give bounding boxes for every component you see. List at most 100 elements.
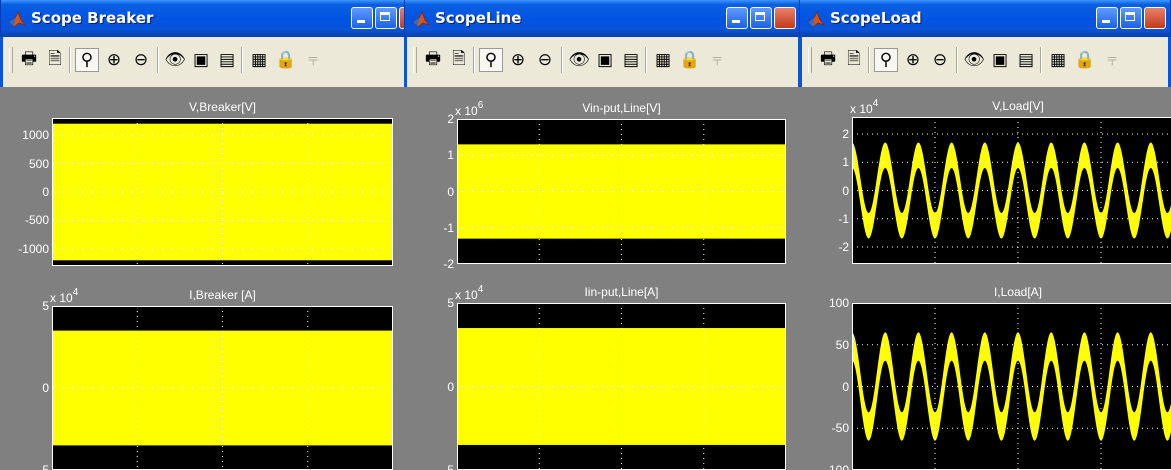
zoom-x-icon[interactable]: ⊕ [102, 48, 126, 72]
plot-axes[interactable] [457, 119, 786, 264]
print-icon[interactable]: 🖶 [421, 48, 445, 72]
y-tick-label: 0 [842, 183, 849, 198]
y-tick-label: -1 [443, 220, 454, 235]
toolbar-separator [69, 47, 71, 73]
autoscale-icon[interactable]: 👁 [163, 48, 187, 72]
axis-exponent: x 106 [455, 100, 483, 118]
matlab-logo-icon [8, 11, 26, 28]
exponent-base: x 10 [850, 102, 873, 116]
y-tick-label: -500 [24, 213, 49, 228]
minimize-button[interactable] [1096, 7, 1118, 29]
save-axes-settings-icon[interactable]: ▣ [988, 48, 1012, 72]
maximize-icon [1125, 12, 1135, 21]
scope-figure: V,Load[V] x 104 2 1 0 -1 -2 I,Load[A] 100 50 0 -50-… [799, 87, 1171, 470]
toolbar-separator [1040, 47, 1042, 73]
y-tick-label: 0 [447, 184, 454, 199]
zoom-y-icon[interactable]: ⊖ [928, 48, 952, 72]
toolbar-grip[interactable] [808, 47, 812, 73]
print-figure-icon[interactable]: 🗎 [43, 48, 67, 72]
print-icon[interactable]: 🖶 [816, 48, 840, 72]
toolbar-separator [645, 47, 647, 73]
restore-axes-settings-icon[interactable]: ▤ [1014, 48, 1038, 72]
plot-axes[interactable] [457, 303, 786, 470]
y-tick-label: -1 [838, 211, 849, 226]
lock-axes-icon[interactable]: 🔒 [678, 48, 702, 72]
signal-selection-icon[interactable]: ⫧ [1100, 48, 1124, 72]
plot-title: I,Load[A] [993, 285, 1043, 299]
minimize-button[interactable] [351, 7, 373, 29]
plot-axes[interactable] [52, 306, 393, 470]
save-axes-settings-icon[interactable]: ▣ [593, 48, 617, 72]
scope-toolbar: 🖶 🗎 ⚲ ⊕ ⊖ 👁 ▣ ▤ ▦ 🔒 ⫧ [799, 37, 1171, 87]
close-button[interactable] [774, 7, 796, 29]
toolbar-separator [157, 47, 159, 73]
y-tick-label: -1000 [18, 241, 49, 256]
print-figure-icon[interactable]: 🗎 [842, 48, 866, 72]
matlab-logo-icon [412, 11, 430, 28]
lock-axes-icon[interactable]: 🔒 [274, 48, 298, 72]
exponent-power: 4 [477, 284, 484, 295]
exponent-power: 4 [872, 98, 879, 109]
print-figure-icon[interactable]: 🗎 [447, 48, 471, 72]
minimize-icon [732, 20, 740, 23]
scope-window-breaker[interactable]: Scope Breaker 🖶 🗎 ⚲ ⊕ ⊖ 👁 ▣ ▤ ▦ 🔒 ⫧ V,Breaker[V] 1000… [0, 0, 408, 470]
zoom-icon[interactable]: ⚲ [874, 48, 898, 72]
toolbar-separator [561, 47, 563, 73]
exponent-power: 6 [477, 100, 484, 111]
y-tick-label: -5 [38, 463, 49, 470]
save-axes-settings-icon[interactable]: ▣ [189, 48, 213, 72]
plot-axes[interactable] [52, 118, 393, 266]
signal-selection-icon[interactable]: ⫧ [705, 48, 729, 72]
plot-axes[interactable] [852, 303, 1171, 470]
toolbar-grip[interactable] [413, 47, 417, 73]
y-tick-label: 1 [447, 148, 454, 163]
zoom-y-icon[interactable]: ⊖ [129, 48, 153, 72]
autoscale-icon[interactable]: 👁 [962, 48, 986, 72]
zoom-icon[interactable]: ⚲ [75, 48, 99, 72]
scope-parameters-icon[interactable]: ▦ [651, 48, 675, 72]
minimize-icon [1102, 20, 1110, 23]
toolbar-separator [868, 47, 870, 73]
autoscale-icon[interactable]: 👁 [567, 48, 591, 72]
restore-axes-settings-icon[interactable]: ▤ [619, 48, 643, 72]
title-bar[interactable]: Scope Breaker [0, 0, 408, 37]
zoom-x-icon[interactable]: ⊕ [506, 48, 530, 72]
toolbar-separator [956, 47, 958, 73]
zoom-icon[interactable]: ⚲ [479, 48, 503, 72]
scope-window-load[interactable]: ScopeLoad 🖶 🗎 ⚲ ⊕ ⊖ 👁 ▣ ▤ ▦ 🔒 ⫧ V,Load[V] x 104 2 1 0 -1-… [799, 0, 1171, 470]
maximize-button[interactable] [1120, 7, 1142, 29]
toolbar-separator [473, 47, 475, 73]
title-bar[interactable]: ScopeLoad [799, 0, 1171, 37]
scope-toolbar: 🖶 🗎 ⚲ ⊕ ⊖ 👁 ▣ ▤ ▦ 🔒 ⫧ [0, 37, 408, 87]
y-tick-label: 0 [447, 379, 454, 394]
restore-axes-settings-icon[interactable]: ▤ [215, 48, 239, 72]
axis-exponent: x 104 [50, 287, 78, 305]
zoom-x-icon[interactable]: ⊕ [901, 48, 925, 72]
scope-parameters-icon[interactable]: ▦ [1046, 48, 1070, 72]
close-button[interactable] [1144, 7, 1166, 29]
exponent-base: x 10 [455, 104, 478, 118]
y-tick-label: 0 [42, 185, 49, 199]
zoom-y-icon[interactable]: ⊖ [533, 48, 557, 72]
y-tick-label: -50 [831, 421, 849, 436]
maximize-button[interactable] [750, 7, 772, 29]
y-tick-label: 1 [842, 155, 849, 170]
title-bar[interactable]: ScopeLine [404, 0, 801, 37]
scope-parameters-icon[interactable]: ▦ [247, 48, 271, 72]
signal-trace [457, 328, 786, 445]
y-tick-label: 1000 [22, 128, 49, 143]
window-title: ScopeLoad [830, 9, 922, 27]
y-tick-label: 5 [447, 296, 454, 310]
plot-title: Iin-put,Line[A] [584, 285, 659, 299]
plot-title: Vin-put,Line[V] [582, 101, 661, 115]
y-tick-label: 0 [42, 381, 49, 395]
maximize-button[interactable] [375, 7, 397, 29]
minimize-button[interactable] [726, 7, 748, 29]
print-icon[interactable]: 🖶 [17, 48, 41, 72]
plot-axes[interactable] [852, 117, 1171, 264]
toolbar-grip[interactable] [9, 47, 13, 73]
scope-window-line[interactable]: ScopeLine 🖶 🗎 ⚲ ⊕ ⊖ 👁 ▣ ▤ ▦ 🔒 ⫧ Vin-put,Line[V] x 106… [404, 0, 801, 470]
plot-title: I,Breaker [A] [189, 288, 256, 302]
lock-axes-icon[interactable]: 🔒 [1073, 48, 1097, 72]
signal-selection-icon[interactable]: ⫧ [301, 48, 325, 72]
